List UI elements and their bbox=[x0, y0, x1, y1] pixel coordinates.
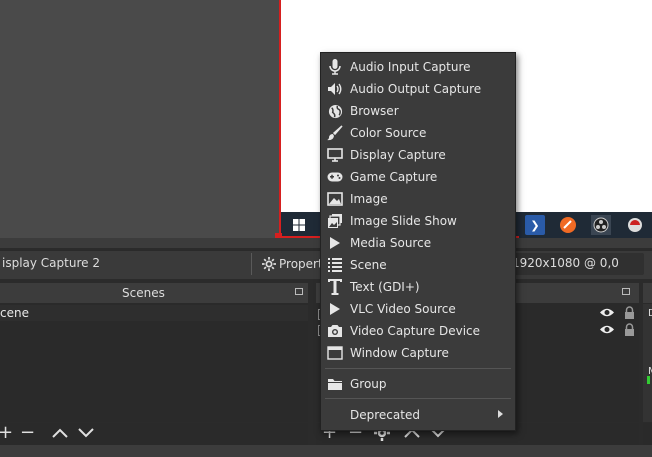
lock-icon[interactable] bbox=[624, 323, 635, 336]
menu-icon-placeholder bbox=[326, 406, 344, 424]
powershell-icon: ❯ bbox=[525, 215, 545, 235]
gamepad-icon bbox=[326, 168, 344, 186]
submenu-arrow-icon bbox=[498, 410, 503, 418]
menu-item-audio-input-capture[interactable]: Audio Input Capture bbox=[321, 56, 515, 78]
preview-canvas[interactable] bbox=[0, 0, 280, 245]
menu-item-media-source[interactable]: Media Source bbox=[321, 232, 515, 254]
mixer-channel-label: D bbox=[648, 308, 652, 319]
menu-separator bbox=[325, 398, 511, 399]
menu-item-label: Window Capture bbox=[350, 346, 449, 360]
scenes-dock-header: Scenes bbox=[0, 283, 308, 304]
menu-item-label: Audio Input Capture bbox=[350, 60, 471, 74]
menu-item-label: Display Capture bbox=[350, 148, 446, 162]
menu-separator bbox=[325, 368, 511, 369]
menu-item-label: Audio Output Capture bbox=[350, 82, 482, 96]
volume-meter bbox=[647, 376, 650, 384]
folder-icon bbox=[326, 375, 344, 393]
slideshow-icon bbox=[326, 212, 344, 230]
add-scene-button[interactable]: + bbox=[0, 424, 13, 442]
scenes-controls: + − bbox=[0, 423, 308, 445]
menu-item-label: Scene bbox=[350, 258, 387, 272]
menu-item-label: Text (GDI+) bbox=[350, 280, 420, 294]
audio-mixer-panel: D M bbox=[643, 304, 652, 422]
play-icon bbox=[326, 300, 344, 318]
toolbar-separator bbox=[251, 253, 252, 275]
obs-icon bbox=[591, 215, 611, 235]
chevron-down-icon bbox=[78, 428, 94, 438]
image-icon bbox=[326, 190, 344, 208]
app-orange-icon bbox=[558, 215, 578, 235]
menu-item-label: Color Source bbox=[350, 126, 427, 140]
visibility-eye-icon[interactable] bbox=[599, 324, 615, 335]
monitor-icon bbox=[326, 146, 344, 164]
menu-item-window-capture[interactable]: Window Capture bbox=[321, 342, 515, 364]
mixer-dock-header bbox=[643, 283, 652, 304]
camera-icon bbox=[326, 322, 344, 340]
play-icon bbox=[326, 234, 344, 252]
speaker-icon bbox=[326, 80, 344, 98]
menu-item-deprecated[interactable]: Deprecated bbox=[321, 404, 515, 426]
menu-item-label: Video Capture Device bbox=[350, 324, 481, 338]
menu-item-label: Group bbox=[350, 377, 387, 391]
list-item[interactable] bbox=[0, 305, 308, 321]
microphone-icon bbox=[326, 58, 344, 76]
status-bar bbox=[0, 445, 652, 457]
menu-item-text-gdi[interactable]: Text (GDI+) bbox=[321, 276, 515, 298]
move-scene-down-button[interactable] bbox=[78, 425, 94, 443]
text-icon bbox=[326, 278, 344, 296]
app-red-icon bbox=[625, 215, 645, 235]
lock-icon[interactable] bbox=[624, 306, 635, 319]
chevron-up-icon bbox=[52, 428, 68, 438]
menu-item-display-capture[interactable]: Display Capture bbox=[321, 144, 515, 166]
scenes-dock-title: Scenes bbox=[122, 286, 165, 300]
menu-item-video-capture-device[interactable]: Video Capture Device bbox=[321, 320, 515, 342]
menu-item-label: Game Capture bbox=[350, 170, 438, 184]
list-icon bbox=[326, 256, 344, 274]
add-source-context-menu: Audio Input Capture Audio Output Capture… bbox=[320, 52, 516, 431]
float-dock-icon[interactable] bbox=[622, 288, 630, 295]
remove-scene-button[interactable]: − bbox=[20, 424, 35, 442]
move-scene-up-button[interactable] bbox=[52, 425, 68, 443]
mixer-controls bbox=[643, 423, 652, 445]
menu-item-label: Image Slide Show bbox=[350, 214, 457, 228]
menu-item-label: Image bbox=[350, 192, 388, 206]
resolution-text: 1920x1080 @ 0,0 bbox=[512, 256, 619, 270]
menu-item-label: Browser bbox=[350, 104, 399, 118]
menu-item-vlc-video-source[interactable]: VLC Video Source bbox=[321, 298, 515, 320]
windows-logo-icon bbox=[289, 215, 309, 235]
globe-icon bbox=[326, 102, 344, 120]
menu-item-label: Media Source bbox=[350, 236, 432, 250]
menu-item-image-slide-show[interactable]: Image Slide Show bbox=[321, 210, 515, 232]
selected-source-name: isplay Capture 2 bbox=[2, 256, 100, 270]
menu-item-scene[interactable]: Scene bbox=[321, 254, 515, 276]
menu-item-image[interactable]: Image bbox=[321, 188, 515, 210]
selection-border-vertical bbox=[279, 0, 281, 240]
menu-item-audio-output-capture[interactable]: Audio Output Capture bbox=[321, 78, 515, 100]
gear-icon bbox=[262, 257, 276, 271]
brush-icon bbox=[326, 124, 344, 142]
menu-item-label: VLC Video Source bbox=[350, 302, 456, 316]
float-dock-icon[interactable] bbox=[295, 288, 303, 295]
scene-name: cene bbox=[0, 306, 29, 320]
menu-item-browser[interactable]: Browser bbox=[321, 100, 515, 122]
window-icon bbox=[326, 344, 344, 362]
menu-item-label: Deprecated bbox=[350, 408, 420, 422]
scenes-list[interactable] bbox=[0, 304, 308, 422]
menu-item-color-source[interactable]: Color Source bbox=[321, 122, 515, 144]
menu-item-game-capture[interactable]: Game Capture bbox=[321, 166, 515, 188]
visibility-eye-icon[interactable] bbox=[599, 307, 615, 318]
menu-item-group[interactable]: Group bbox=[321, 373, 515, 395]
